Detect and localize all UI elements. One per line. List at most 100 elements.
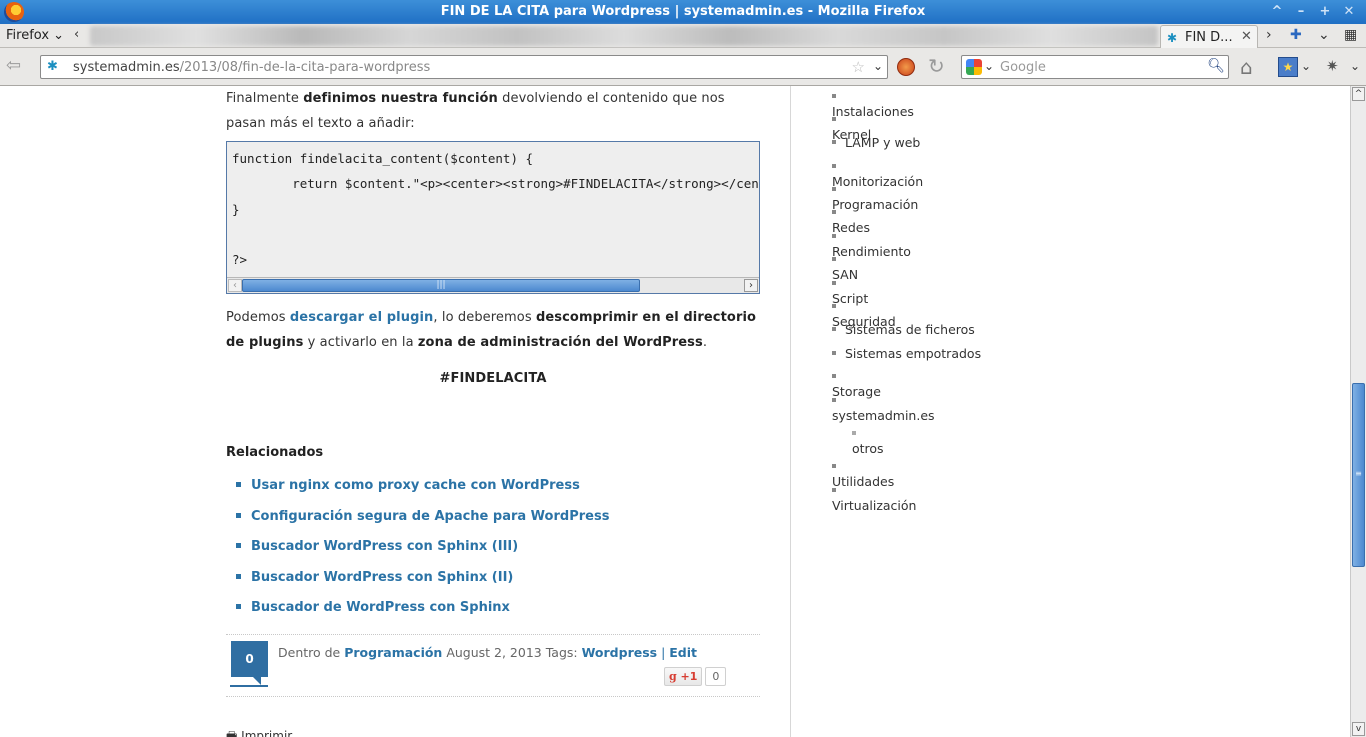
download-paragraph: Podemos descargar el plugin, lo deberemo…	[226, 305, 760, 355]
search-engine-icon[interactable]	[966, 59, 982, 75]
google-g-icon: g	[669, 670, 677, 683]
category-item[interactable]: systemadmin.es	[832, 393, 935, 423]
url-history-dropdown-icon[interactable]: ⌄	[873, 59, 883, 73]
page-vertical-scrollbar[interactable]: ^ ≡ v	[1350, 86, 1366, 737]
gplus-label: +1	[680, 670, 698, 683]
category-item[interactable]: Sistemas empotrados	[832, 346, 981, 361]
page-scroll-thumb[interactable]: ≡	[1352, 383, 1365, 567]
tab-active[interactable]: ✱ FIN D... ✕	[1160, 25, 1258, 48]
scroll-up-arrow-icon[interactable]: ^	[1352, 87, 1365, 101]
adblock-icon[interactable]	[897, 58, 915, 76]
window-close-button[interactable]: ✕	[1340, 3, 1358, 21]
related-link[interactable]: Usar nginx como proxy cache con WordPres…	[251, 478, 580, 493]
intro-pre: Finalmente	[226, 91, 304, 106]
blurred-tabs[interactable]	[90, 26, 1158, 46]
site-favicon-icon: ✱	[1167, 31, 1178, 45]
category-label[interactable]: Sistemas empotrados	[845, 346, 981, 361]
bullet-icon	[236, 543, 241, 548]
meta-dentro: Dentro de	[278, 645, 345, 660]
meta-separator: |	[657, 645, 670, 660]
all-tabs-icon[interactable]: ⌄	[1318, 27, 1330, 43]
tab-close-icon[interactable]: ✕	[1241, 29, 1252, 44]
search-bar[interactable]: ⌄ Google 🔍︎	[961, 55, 1229, 79]
category-item[interactable]: Virtualización	[832, 483, 916, 513]
related-item[interactable]: Buscador WordPress con Sphinx (III)	[236, 539, 609, 570]
window-titlebar: FIN DE LA CITA para Wordpress | systemad…	[0, 0, 1366, 24]
subcategory-item[interactable]: otros	[832, 426, 884, 456]
bookmarks-dropdown-icon[interactable]: ⌄	[1301, 59, 1311, 73]
window-maximize-button[interactable]: +	[1316, 3, 1334, 21]
category-link[interactable]: Programación	[344, 645, 442, 660]
bullet-icon	[832, 257, 836, 261]
edit-link[interactable]: Edit	[669, 645, 697, 660]
bullet-icon	[832, 281, 836, 285]
scroll-left-arrow-icon[interactable]: ‹	[228, 279, 242, 292]
addon-dropdown-icon[interactable]: ⌄	[1350, 59, 1360, 73]
bullet-icon	[832, 234, 836, 238]
print-link[interactable]: 🖶︎ Imprimir	[226, 727, 292, 737]
related-link[interactable]: Buscador WordPress con Sphinx (III)	[251, 539, 518, 554]
home-icon[interactable]: ⌂	[1240, 55, 1253, 79]
search-input[interactable]: Google	[1000, 60, 1046, 75]
reload-icon[interactable]: ↻	[928, 54, 945, 78]
window-minimize-button[interactable]: –	[1292, 3, 1310, 21]
related-item[interactable]: Usar nginx como proxy cache con WordPres…	[236, 478, 609, 509]
post-meta-text: Dentro de Programación August 2, 2013 Ta…	[278, 645, 697, 660]
subcategory-label[interactable]: otros	[852, 441, 884, 456]
url-bar[interactable]: ✱ systemadmin.es/2013/08/fin-de-la-cita-…	[40, 55, 888, 79]
bullet-icon	[832, 210, 836, 214]
code-scroll-thumb[interactable]: |||	[242, 279, 640, 292]
window-shade-button[interactable]: ^	[1268, 3, 1286, 21]
download-b2: zona de administración del WordPress	[417, 335, 703, 350]
tag-link[interactable]: Wordpress	[582, 645, 658, 660]
code-block[interactable]: function findelacita_content($content) {…	[226, 141, 760, 294]
window-title: FIN DE LA CITA para Wordpress | systemad…	[440, 4, 926, 19]
gplus-widget: g +1 0	[664, 667, 727, 686]
comment-count-badge[interactable]: 0	[231, 641, 268, 685]
bookmark-star-icon[interactable]: ☆	[852, 58, 865, 76]
new-tab-icon[interactable]: ✚	[1290, 27, 1302, 43]
bullet-icon	[236, 482, 241, 487]
bookmarks-icon[interactable]: ★	[1278, 57, 1298, 77]
back-arrow-icon[interactable]: ⇦	[6, 56, 28, 76]
navigation-bar: ⇦ ✱ systemadmin.es/2013/08/fin-de-la-cit…	[0, 48, 1366, 86]
category-label[interactable]: Virtualización	[832, 498, 916, 513]
related-link[interactable]: Buscador WordPress con Sphinx (II)	[251, 570, 513, 585]
tabs-scroll-right-icon[interactable]: ›	[1266, 27, 1272, 43]
related-item[interactable]: Buscador WordPress con Sphinx (II)	[236, 570, 609, 601]
search-engine-dropdown-icon[interactable]: ⌄	[984, 59, 994, 73]
intro-paragraph: Finalmente definimos nuestra función dev…	[226, 86, 760, 136]
firefox-menu-button[interactable]: Firefox ⌄	[6, 28, 64, 43]
related-link[interactable]: Buscador de WordPress con Sphinx	[251, 600, 510, 615]
bullet-icon	[832, 140, 836, 144]
tab-groups-icon[interactable]: ▦	[1344, 27, 1357, 43]
tabs-scroll-left-icon[interactable]: ‹	[74, 27, 79, 42]
category-label[interactable]: LAMP y web	[845, 135, 920, 150]
category-label[interactable]: systemadmin.es	[832, 408, 935, 423]
bullet-icon	[832, 117, 836, 121]
bullet-icon	[236, 604, 241, 609]
code-text[interactable]: function findelacita_content($content) {…	[227, 142, 759, 272]
bullet-icon	[832, 304, 836, 308]
category-item[interactable]: Sistemas de ficheros	[832, 322, 975, 337]
printer-icon: 🖶︎	[226, 729, 238, 737]
related-link[interactable]: Configuración segura de Apache para Word…	[251, 509, 609, 524]
category-label[interactable]: Sistemas de ficheros	[845, 322, 975, 337]
search-icon[interactable]: 🔍︎	[1207, 58, 1225, 74]
scroll-down-arrow-icon[interactable]: v	[1352, 722, 1365, 736]
bullet-icon	[832, 488, 836, 492]
addon-bug-icon[interactable]: ✷	[1326, 57, 1339, 75]
site-identity-icon[interactable]: ✱	[47, 59, 58, 74]
scroll-right-arrow-icon[interactable]: ›	[744, 279, 758, 292]
gplus-button[interactable]: g +1	[664, 667, 703, 686]
related-item[interactable]: Configuración segura de Apache para Word…	[236, 509, 609, 540]
download-plugin-link[interactable]: descargar el plugin	[290, 310, 434, 325]
related-item[interactable]: Buscador de WordPress con Sphinx	[236, 600, 609, 631]
url-text[interactable]: systemadmin.es/2013/08/fin-de-la-cita-pa…	[73, 60, 430, 75]
related-heading: Relacionados	[226, 445, 324, 460]
download-p4: .	[702, 335, 708, 350]
category-item[interactable]: LAMP y web	[832, 135, 920, 150]
code-horizontal-scrollbar[interactable]: ‹ ||| ›	[227, 277, 759, 293]
url-path: /2013/08/fin-de-la-cita-para-wordpress	[179, 60, 431, 75]
bullet-icon	[832, 351, 836, 355]
